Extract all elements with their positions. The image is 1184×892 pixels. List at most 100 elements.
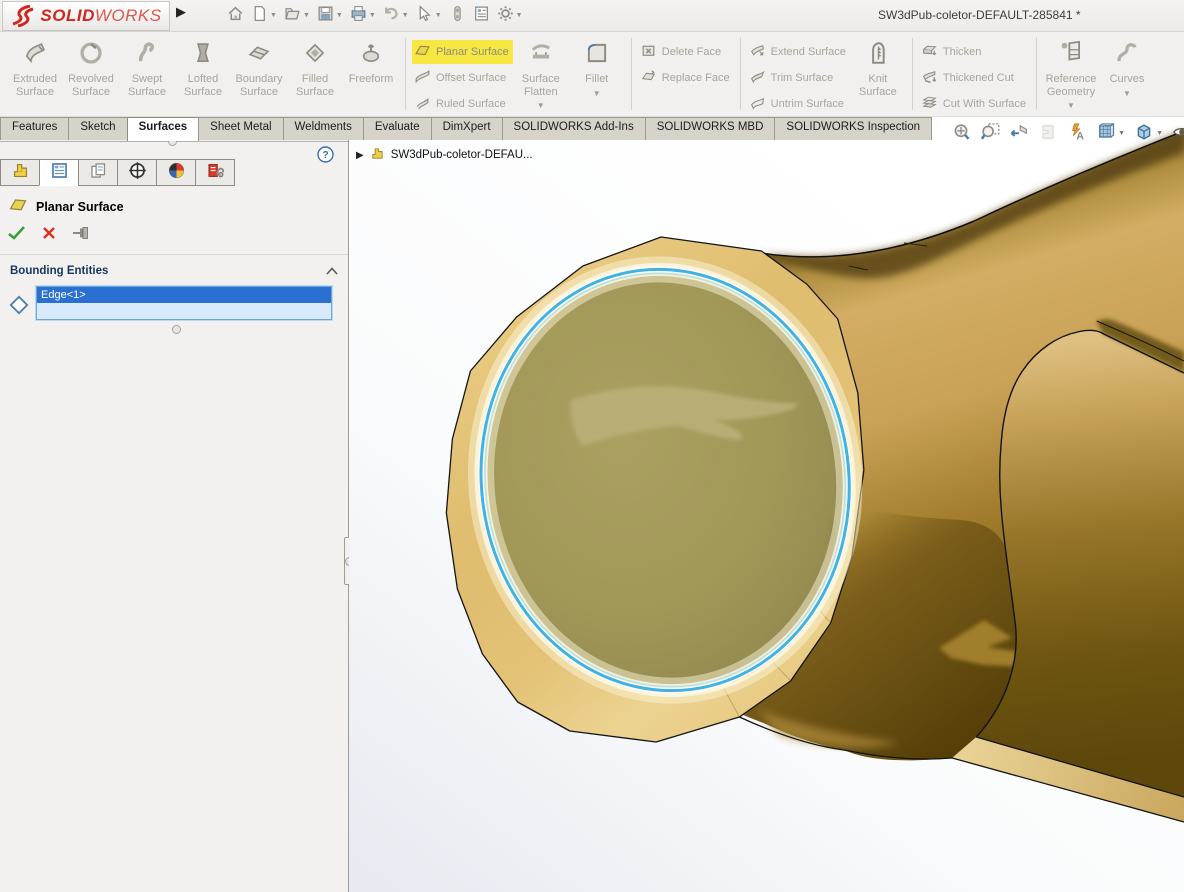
bounding-entities-section-header[interactable]: Bounding Entities <box>0 260 348 282</box>
ribbon-button-thicken[interactable]: Thicken <box>919 40 1030 64</box>
dropdown-arrow-icon[interactable]: ▼ <box>402 12 409 19</box>
svg-text:?: ? <box>322 150 328 161</box>
ribbon-button-surface-flatten[interactable]: Surface Flatten ▼ <box>513 36 569 110</box>
ribbon-button-label: Lofted Surface <box>175 73 231 98</box>
ribbon-button-offset-surface[interactable]: Offset Surface <box>412 66 513 90</box>
section-view-icon <box>1038 122 1058 145</box>
tab-solidworks-add-ins[interactable]: SOLIDWORKS Add-Ins <box>502 117 646 140</box>
undo-button[interactable]: ▼ <box>381 3 411 27</box>
home-button[interactable] <box>225 3 246 27</box>
dropdown-arrow-icon[interactable]: ▼ <box>1067 101 1075 110</box>
tab-sheet-metal[interactable]: Sheet Metal <box>198 117 283 140</box>
ribbon-button-extruded-surface[interactable]: Extruded Surface <box>7 36 63 98</box>
zoom-to-area-button[interactable] <box>980 122 1000 145</box>
ribbon-button-filled-surface[interactable]: Filled Surface <box>287 36 343 98</box>
ribbon-button-fillet[interactable]: Fillet▼ <box>569 36 625 98</box>
ribbon-button-reference-geometry[interactable]: Reference Geometry▼ <box>1043 36 1099 110</box>
tab-sketch[interactable]: Sketch <box>68 117 127 140</box>
tree-expand-arrow[interactable]: ▶ <box>356 150 364 161</box>
tab-dimxpert[interactable]: DimXpert <box>431 117 503 140</box>
hide-show-items-button[interactable] <box>1172 122 1184 145</box>
ribbon-button-swept-surface[interactable]: Swept Surface <box>119 36 175 98</box>
ribbon-button-lofted-surface[interactable]: Lofted Surface <box>175 36 231 98</box>
ribbon-button-revolved-surface[interactable]: Revolved Surface <box>63 36 119 98</box>
print-button[interactable]: ▼ <box>348 3 378 27</box>
options-gear-icon <box>497 5 514 25</box>
menu-flyout-arrow[interactable]: ▶ <box>176 4 186 20</box>
dropdown-arrow-icon[interactable]: ▼ <box>1156 130 1163 137</box>
pin-icon <box>72 227 90 239</box>
dropdown-arrow-icon[interactable]: ▼ <box>516 12 523 19</box>
options-gear-button[interactable]: ▼ <box>495 3 525 27</box>
ribbon-button-label: Extruded Surface <box>7 73 63 98</box>
cancel-button[interactable] <box>42 226 56 243</box>
selection-list-item[interactable]: Edge<1> <box>37 287 331 303</box>
ribbon-button-cut-with-surface[interactable]: Cut With Surface <box>919 92 1030 116</box>
dropdown-arrow-icon[interactable]: ▼ <box>303 12 310 19</box>
rebuild-button[interactable] <box>447 3 468 27</box>
dropdown-arrow-icon[interactable]: ▼ <box>1118 130 1125 137</box>
save-button[interactable]: ▼ <box>315 3 345 27</box>
ribbon-button-knit-surface[interactable]: Knit Surface <box>850 36 906 98</box>
manager-tab-displaymanager[interactable] <box>156 159 196 186</box>
ribbon-button-thickened-cut[interactable]: Thickened Cut <box>919 66 1030 90</box>
ribbon-button-label: Ruled Surface <box>436 98 506 110</box>
ribbon-button-trim-surface[interactable]: Trim Surface <box>747 66 850 90</box>
annotations-lightning-button[interactable]: A <box>1067 122 1087 145</box>
tab-solidworks-mbd[interactable]: SOLIDWORKS MBD <box>645 117 776 140</box>
ok-button[interactable] <box>8 226 26 243</box>
previous-view-button[interactable] <box>1009 122 1029 145</box>
ribbon-separator <box>631 38 632 110</box>
edge-selection-diamond-icon <box>8 294 30 321</box>
dropdown-arrow-icon[interactable]: ▼ <box>270 12 277 19</box>
dropdown-arrow-icon[interactable]: ▼ <box>369 12 376 19</box>
tab-evaluate[interactable]: Evaluate <box>363 117 432 140</box>
flyout-feature-tree[interactable]: ▶ SW3dPub-coletor-DEFAU... <box>356 146 533 164</box>
ribbon-button-ruled-surface[interactable]: Ruled Surface <box>412 92 513 116</box>
display-style-button[interactable]: ▼ <box>1134 122 1163 145</box>
dropdown-arrow-icon[interactable]: ▼ <box>593 89 601 98</box>
help-button[interactable]: ? <box>317 146 334 168</box>
ribbon-button-delete-face[interactable]: Delete Face <box>638 40 734 64</box>
dropdown-arrow-icon[interactable]: ▼ <box>1123 89 1131 98</box>
ribbon-button-curves[interactable]: Curves▼ <box>1099 36 1155 98</box>
tab-weldments[interactable]: Weldments <box>283 117 364 140</box>
select-button[interactable]: ▼ <box>414 3 444 27</box>
ribbon-button-boundary-surface[interactable]: Boundary Surface <box>231 36 287 98</box>
tab-solidworks-inspection[interactable]: SOLIDWORKS Inspection <box>774 117 932 140</box>
ribbon-stack: Extend SurfaceTrim SurfaceUntrim Surface <box>747 36 850 116</box>
listbox-resize-grip[interactable] <box>172 325 181 334</box>
inspection-manager-icon <box>206 161 225 185</box>
manager-tab-propertymanager[interactable] <box>39 159 79 186</box>
3d-viewport[interactable]: ▶ SW3dPub-coletor-DEFAU... A ▼ ▼ <box>349 117 1184 892</box>
ribbon-button-label: Revolved Surface <box>63 73 119 98</box>
file-properties-button[interactable] <box>471 3 492 27</box>
ribbon-button-extend-surface[interactable]: Extend Surface <box>747 40 850 64</box>
ribbon-button-label: Thicken <box>943 46 982 58</box>
cut-with-surface-icon <box>921 94 938 114</box>
ribbon-button-untrim-surface[interactable]: Untrim Surface <box>747 92 850 116</box>
selection-listbox[interactable]: Edge<1> <box>36 286 332 320</box>
ribbon-button-freeform[interactable]: Freeform <box>343 36 399 86</box>
section-view-button[interactable] <box>1038 122 1058 145</box>
view-orientation-button[interactable]: ▼ <box>1096 122 1125 145</box>
new-document-button[interactable]: ▼ <box>249 3 279 27</box>
tab-surfaces[interactable]: Surfaces <box>127 117 200 141</box>
manager-tab-featuremanager-tree[interactable] <box>0 159 40 186</box>
ribbon-button-label: Surface Flatten <box>513 73 569 98</box>
display-style-icon <box>1134 122 1154 145</box>
dropdown-arrow-icon[interactable]: ▼ <box>537 101 545 110</box>
dropdown-arrow-icon[interactable]: ▼ <box>336 12 343 19</box>
dropdown-arrow-icon[interactable]: ▼ <box>435 12 442 19</box>
manager-tab-configuration-manager[interactable] <box>78 159 118 186</box>
manager-tab-dimxpertmanager[interactable] <box>117 159 157 186</box>
ribbon-button-planar-surface[interactable]: Planar Surface <box>412 40 513 64</box>
ribbon-stack: Delete FaceReplace Face <box>638 36 734 90</box>
ribbon-button-replace-face[interactable]: Replace Face <box>638 66 734 90</box>
ruled-surface-icon <box>414 94 431 114</box>
zoom-to-fit-button[interactable] <box>951 122 971 145</box>
open-document-button[interactable]: ▼ <box>282 3 312 27</box>
tab-features[interactable]: Features <box>0 117 69 140</box>
pin-button[interactable] <box>72 227 90 242</box>
manager-tab-inspection-manager[interactable] <box>195 159 235 186</box>
